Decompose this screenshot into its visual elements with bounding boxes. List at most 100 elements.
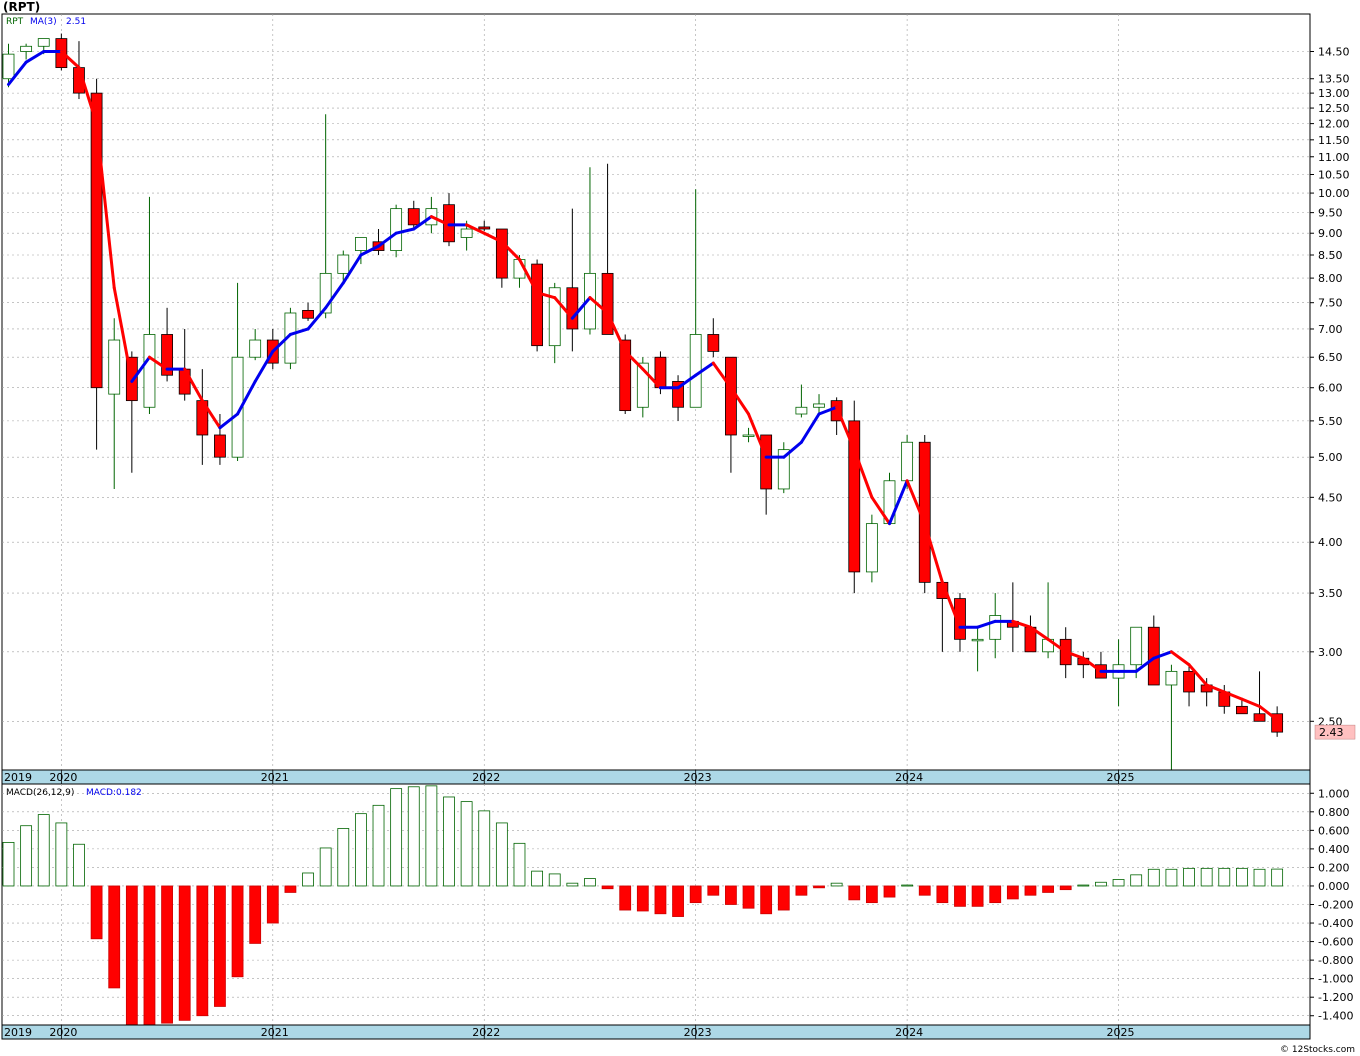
candle-body: [1130, 626, 1143, 666]
price-y-tick-label: 7.50: [1318, 297, 1343, 310]
price-y-tick-label: 10.00: [1318, 187, 1350, 200]
macd-bar: [231, 885, 244, 978]
macd-bar: [1236, 867, 1248, 887]
price-panel: 2.503.003.504.004.505.005.506.006.507.00…: [1, 13, 1356, 771]
macd-bar: [795, 885, 808, 896]
macd-bar: [830, 882, 843, 887]
macd-bar: [196, 885, 209, 1017]
macd-bar: [37, 814, 50, 887]
macd-bar: [848, 885, 861, 901]
macd-y-tick-label: 0.600: [1318, 824, 1350, 837]
macd-bar: [1253, 868, 1266, 887]
candle-body: [302, 309, 314, 319]
price-y-tick-label: 4.50: [1318, 491, 1343, 504]
macd-y-tick-label: -0.400: [1318, 917, 1353, 930]
price-x-year-label: 2022: [472, 771, 500, 784]
macd-bar: [1271, 868, 1284, 887]
macd-bar: [954, 885, 966, 907]
candle-body: [214, 434, 226, 458]
macd-bar: [143, 885, 156, 1026]
macd-bar: [372, 804, 385, 887]
price-y-tick-label: 14.50: [1318, 46, 1350, 59]
macd-bar: [548, 873, 561, 887]
candle-body: [20, 45, 33, 52]
candle-body: [495, 228, 508, 279]
macd-y-tick-label: -1.200: [1318, 991, 1353, 1004]
price-y-tick-label: 5.50: [1318, 415, 1343, 428]
macd-y-tick-label: -0.800: [1318, 954, 1353, 967]
macd-x-year-label: 2023: [684, 1026, 712, 1039]
macd-bar: [478, 810, 491, 887]
macd-bar: [865, 885, 878, 904]
macd-bar: [566, 882, 579, 887]
price-y-tick-label: 12.00: [1318, 118, 1350, 131]
macd-bar: [742, 885, 755, 909]
macd-x-year-label: 2021: [261, 1026, 289, 1039]
macd-bar: [1077, 884, 1090, 887]
macd-y-tick-label: 1.000: [1318, 787, 1350, 800]
candle-body: [1165, 670, 1178, 686]
candle-body: [354, 237, 367, 251]
macd-bar: [584, 878, 596, 887]
price-y-tick-label: 3.50: [1318, 587, 1343, 600]
ma-label: MA(3): [30, 17, 57, 27]
macd-bar: [989, 885, 1002, 904]
macd-bar: [425, 785, 438, 887]
candle-body: [2, 53, 15, 80]
macd-bar: [531, 870, 543, 887]
candle-body: [707, 334, 720, 352]
price-x-year-label: 2020: [49, 771, 77, 784]
macd-bar: [1130, 874, 1143, 887]
candle-body: [760, 434, 773, 490]
candle-body: [1253, 713, 1266, 722]
candle-body: [178, 368, 191, 395]
macd-bar: [90, 885, 103, 940]
candle-body: [249, 339, 262, 358]
macd-bar: [407, 786, 420, 887]
macd-bar: [901, 884, 914, 887]
candle-body: [865, 523, 878, 573]
macd-bar: [354, 813, 367, 887]
macd-x-year-label: 2025: [1107, 1026, 1135, 1039]
macd-bar: [495, 822, 508, 887]
price-y-tick-label: 4.00: [1318, 536, 1343, 549]
macd-bar: [443, 796, 455, 887]
candle-body: [143, 334, 156, 408]
macd-x-year-label: 2020: [49, 1026, 77, 1039]
macd-bar: [161, 885, 173, 1024]
candle-body: [901, 441, 914, 482]
price-x-axis: 2019 2020 2021 2022 2023 2024 2025: [1, 769, 1311, 785]
candle-body: [742, 434, 755, 437]
macd-bar: [73, 843, 85, 887]
macd-bar: [636, 885, 649, 912]
price-y-tick-label: 7.00: [1318, 323, 1343, 336]
price-y-tick-label: 9.50: [1318, 207, 1343, 220]
macd-y-tick-label: 0.400: [1318, 843, 1350, 856]
price-y-tick-label: 3.00: [1318, 646, 1343, 659]
macd-bar: [266, 885, 279, 924]
candle-body: [337, 254, 350, 274]
macd-bar: [1165, 868, 1178, 887]
macd-bar: [689, 885, 702, 904]
macd-y-tick-label: -0.200: [1318, 899, 1353, 912]
symbol-label: RPT: [6, 17, 24, 27]
macd-bar: [337, 828, 350, 887]
macd-bar: [2, 841, 15, 887]
macd-x-axis: 2019 2020 2021 2022 2023 2024 2025: [1, 1024, 1311, 1040]
macd-bar: [460, 801, 473, 887]
macd-bar: [1006, 885, 1019, 900]
candle-body: [531, 263, 543, 347]
candle-body: [566, 287, 579, 330]
macd-bar: [971, 885, 984, 907]
candle-body: [989, 615, 1002, 640]
macd-label: MACD(26,12,9): [6, 788, 74, 798]
macd-bar: [1059, 885, 1072, 891]
macd-bar: [1042, 885, 1054, 893]
candle: [531, 259, 543, 352]
macd-bar: [390, 788, 403, 887]
macd-bar: [601, 885, 614, 890]
macd-bar: [1200, 867, 1213, 887]
candle-body: [407, 208, 420, 226]
candle-body: [971, 638, 984, 642]
macd-y-tick-label: 0.200: [1318, 861, 1350, 874]
